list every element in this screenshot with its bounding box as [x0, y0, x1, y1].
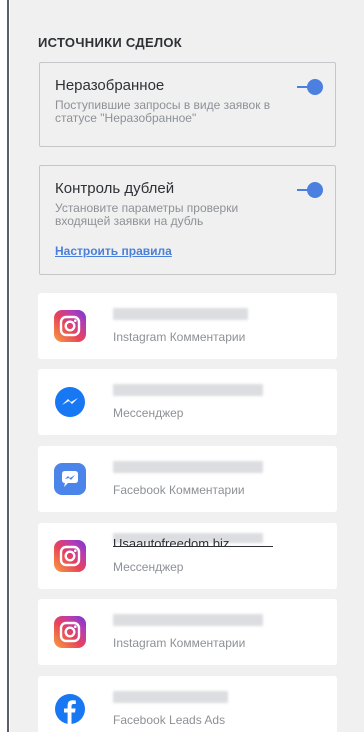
source-card[interactable]: Facebook Leads Ads	[38, 676, 337, 732]
source-name: Usaautofreedom.biz	[113, 537, 273, 547]
instagram-icon	[54, 310, 86, 342]
source-type: Instagram Комментарии	[113, 636, 246, 650]
source-type: Мессенджер	[113, 560, 184, 574]
source-type: Instagram Комментарии	[113, 330, 246, 344]
source-name-redacted	[113, 691, 228, 703]
setting-duplicates-description: Установите параметры проверки входящей з…	[55, 201, 239, 228]
section-title: ИСТОЧНИКИ СДЕЛОК	[38, 35, 183, 50]
messenger-icon	[54, 386, 86, 418]
configure-rules-link[interactable]: Настроить правила	[55, 244, 172, 258]
setting-duplicates-title: Контроль дублей	[55, 180, 175, 197]
toggle-knob	[307, 182, 323, 198]
duplicates-toggle[interactable]	[297, 182, 323, 198]
source-name-redacted	[113, 461, 263, 473]
setting-unsorted-title: Неразобранное	[55, 77, 165, 94]
source-name-redacted	[113, 614, 263, 626]
instagram-icon	[54, 616, 86, 648]
source-type: Facebook Leads Ads	[113, 713, 226, 727]
setting-unsorted-description: Поступившие запросы в виде заявок в стат…	[55, 98, 271, 125]
source-type: Мессенджер	[113, 406, 184, 420]
source-card[interactable]: Facebook Комментарии	[38, 446, 337, 512]
facebook-comments-icon	[54, 463, 86, 495]
left-divider	[0, 0, 10, 732]
instagram-icon	[54, 540, 86, 572]
facebook-icon	[54, 693, 86, 725]
toggle-knob	[307, 79, 323, 95]
setting-unsorted: Неразобранное Поступившие запросы в виде…	[39, 62, 336, 147]
source-type: Facebook Комментарии	[113, 483, 245, 497]
source-name-redacted	[113, 308, 248, 320]
unsorted-toggle[interactable]	[297, 79, 323, 95]
deal-sources-panel: ИСТОЧНИКИ СДЕЛОК Неразобранное Поступивш…	[18, 0, 364, 732]
source-card[interactable]: Usaautofreedom.biz Мессенджер	[38, 523, 337, 589]
source-card[interactable]: Мессенджер	[38, 369, 337, 435]
setting-duplicates: Контроль дублей Установите параметры про…	[39, 165, 336, 275]
source-name-redacted	[113, 384, 263, 396]
source-card[interactable]: Instagram Комментарии	[38, 599, 337, 665]
source-card[interactable]: Instagram Комментарии	[38, 293, 337, 359]
